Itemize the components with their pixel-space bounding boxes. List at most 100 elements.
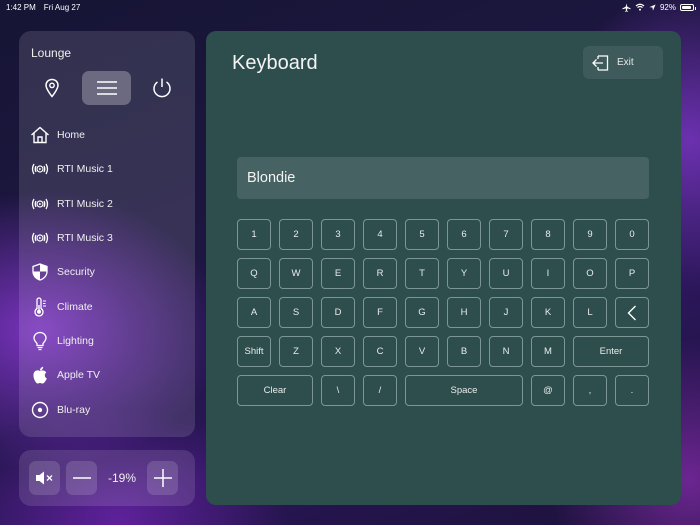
key-label: H [460, 307, 468, 318]
music-stream-icon [31, 164, 49, 175]
key-f[interactable]: F [363, 297, 397, 328]
mute-icon [35, 471, 52, 485]
key-x[interactable]: X [321, 336, 355, 367]
keyboard-panel: Keyboard Exit Blondie 1 2 3 4 5 6 7 8 9 0 Q W E R T Y U I… [206, 31, 681, 505]
key-clear[interactable]: Clear [237, 375, 313, 406]
search-text-field[interactable]: Blondie [237, 157, 649, 199]
key-g[interactable]: G [405, 297, 439, 328]
key-backspace[interactable] [615, 297, 649, 328]
key-i[interactable]: I [531, 258, 565, 289]
menu-item-security[interactable]: Security [29, 255, 189, 289]
key-shift[interactable]: Shift [237, 336, 271, 367]
menu-item-label: RTI Music 2 [57, 197, 113, 210]
key-e[interactable]: E [321, 258, 355, 289]
key-9[interactable]: 9 [573, 219, 607, 250]
menu-item-apple-tv[interactable]: Apple TV [29, 358, 189, 392]
key-b[interactable]: B [447, 336, 481, 367]
key-n[interactable]: N [489, 336, 523, 367]
key-1[interactable]: 1 [237, 219, 271, 250]
location-pin-icon [44, 78, 59, 98]
key-label: E [334, 268, 342, 279]
key-c[interactable]: C [363, 336, 397, 367]
key-backslash[interactable]: \ [321, 375, 355, 406]
key-label: D [334, 307, 342, 318]
menu-item-rti-music-2[interactable]: RTI Music 2 [29, 187, 189, 221]
key-comma[interactable]: , [573, 375, 607, 406]
menu-item-label: Home [57, 129, 86, 142]
key-r[interactable]: R [363, 258, 397, 289]
key-h[interactable]: H [447, 297, 481, 328]
key-t[interactable]: T [405, 258, 439, 289]
key-label: 0 [629, 229, 635, 240]
page-title: Keyboard [232, 52, 318, 74]
key-label: C [376, 346, 384, 357]
key-l[interactable]: L [573, 297, 607, 328]
key-a[interactable]: A [237, 297, 271, 328]
key-period[interactable]: . [615, 375, 649, 406]
menu-item-rti-music-3[interactable]: RTI Music 3 [29, 221, 189, 255]
home-icon [31, 126, 49, 144]
exit-label: Exit [617, 57, 634, 68]
power-button[interactable] [137, 71, 186, 105]
volume-up-button[interactable] [147, 461, 178, 495]
key-2[interactable]: 2 [279, 219, 313, 250]
key-label: K [544, 307, 552, 318]
key-label: X [334, 346, 342, 357]
key-label: . [630, 385, 634, 396]
sidebar: Lounge Home RTI Music 1 RTI Music 2 RTI … [19, 31, 195, 437]
key-v[interactable]: V [405, 336, 439, 367]
key-enter[interactable]: Enter [573, 336, 649, 367]
volume-down-button[interactable] [66, 461, 97, 495]
key-label: J [503, 307, 509, 318]
key-q[interactable]: Q [237, 258, 271, 289]
key-m[interactable]: M [531, 336, 565, 367]
key-6[interactable]: 6 [447, 219, 481, 250]
source-menu: Home RTI Music 1 RTI Music 2 RTI Music 3… [29, 118, 189, 427]
key-4[interactable]: 4 [363, 219, 397, 250]
menu-item-lighting[interactable]: Lighting [29, 324, 189, 358]
key-y[interactable]: Y [447, 258, 481, 289]
key-k[interactable]: K [531, 297, 565, 328]
key-5[interactable]: 5 [405, 219, 439, 250]
key-0[interactable]: 0 [615, 219, 649, 250]
key-label: Y [460, 268, 468, 279]
key-label: F [377, 307, 383, 318]
shield-icon [32, 263, 48, 282]
key-label: I [546, 268, 550, 279]
menu-item-home[interactable]: Home [29, 118, 189, 152]
key-7[interactable]: 7 [489, 219, 523, 250]
menu-item-rti-music-1[interactable]: RTI Music 1 [29, 152, 189, 186]
key-8[interactable]: 8 [531, 219, 565, 250]
menu-item-label: Lighting [57, 334, 94, 347]
key-label: 9 [587, 229, 593, 240]
key-u[interactable]: U [489, 258, 523, 289]
music-stream-icon [31, 232, 49, 244]
key-space[interactable]: Space [405, 375, 523, 406]
key-slash[interactable]: / [363, 375, 397, 406]
key-d[interactable]: D [321, 297, 355, 328]
key-at[interactable]: @ [531, 375, 565, 406]
menu-item-label: Apple TV [57, 369, 100, 382]
key-w[interactable]: W [279, 258, 313, 289]
key-label: 7 [503, 229, 509, 240]
key-label: T [419, 268, 425, 279]
mute-button[interactable] [29, 461, 60, 495]
key-s[interactable]: S [279, 297, 313, 328]
key-o[interactable]: O [573, 258, 607, 289]
location-button[interactable] [27, 71, 76, 105]
key-z[interactable]: Z [279, 336, 313, 367]
key-p[interactable]: P [615, 258, 649, 289]
key-j[interactable]: J [489, 297, 523, 328]
menu-item-label: Security [57, 266, 95, 279]
disc-icon [31, 401, 49, 418]
menu-button[interactable] [82, 71, 131, 105]
key-label: W [291, 268, 301, 279]
key-3[interactable]: 3 [321, 219, 355, 250]
exit-button[interactable]: Exit [583, 46, 663, 79]
menu-item-blu-ray[interactable]: Blu-ray [29, 392, 189, 426]
key-label: Space [450, 385, 478, 396]
key-label: 1 [251, 229, 257, 240]
battery-icon [680, 3, 696, 11]
mode-switcher [27, 71, 186, 105]
menu-item-climate[interactable]: Climate [29, 289, 189, 323]
